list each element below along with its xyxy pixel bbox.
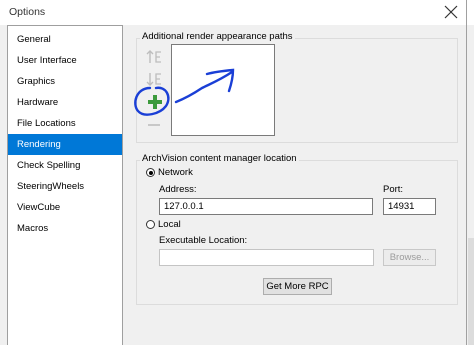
network-radio[interactable] [146,168,155,177]
local-label: Local [158,219,181,230]
executable-location-input[interactable] [159,249,374,266]
archvision-group-label: ArchVision content manager location [140,153,299,164]
sidebar-item-rendering[interactable]: Rendering [8,134,122,155]
local-radio[interactable] [146,220,155,229]
options-sidebar: General User Interface Graphics Hardware… [7,25,123,345]
move-up-button[interactable] [144,48,166,66]
render-paths-list[interactable] [171,44,275,136]
address-label: Address: [159,184,197,195]
move-down-button[interactable] [144,70,166,88]
window-title: Options [9,6,46,18]
sidebar-item-file-locations[interactable]: File Locations [8,113,122,134]
minus-icon [148,124,160,126]
sidebar-item-hardware[interactable]: Hardware [8,92,122,113]
add-path-button[interactable] [144,93,166,111]
title-bar: Options [0,0,474,25]
sidebar-item-user-interface[interactable]: User Interface [8,50,122,71]
sidebar-item-general[interactable]: General [8,29,122,50]
remove-path-button[interactable] [144,116,166,134]
render-paths-group-label: Additional render appearance paths [140,31,295,42]
get-more-rpc-button[interactable]: Get More RPC [263,278,332,295]
sidebar-item-macros[interactable]: Macros [8,218,122,239]
executable-location-label: Executable Location: [159,235,248,246]
close-icon [444,5,458,19]
move-up-icon [146,50,161,63]
sidebar-item-viewcube[interactable]: ViewCube [8,197,122,218]
sidebar-item-steeringwheels[interactable]: SteeringWheels [8,176,122,197]
network-label: Network [158,167,193,178]
scrollbar[interactable] [468,238,474,345]
port-label: Port: [383,184,404,195]
move-down-icon [146,73,161,86]
port-input[interactable]: 14931 [383,198,436,215]
dialog-border [466,0,467,345]
plus-icon [148,95,162,109]
sidebar-item-check-spelling[interactable]: Check Spelling [8,155,122,176]
browse-button[interactable]: Browse... [383,249,436,266]
sidebar-item-graphics[interactable]: Graphics [8,71,122,92]
address-input[interactable]: 127.0.0.1 [159,198,373,215]
